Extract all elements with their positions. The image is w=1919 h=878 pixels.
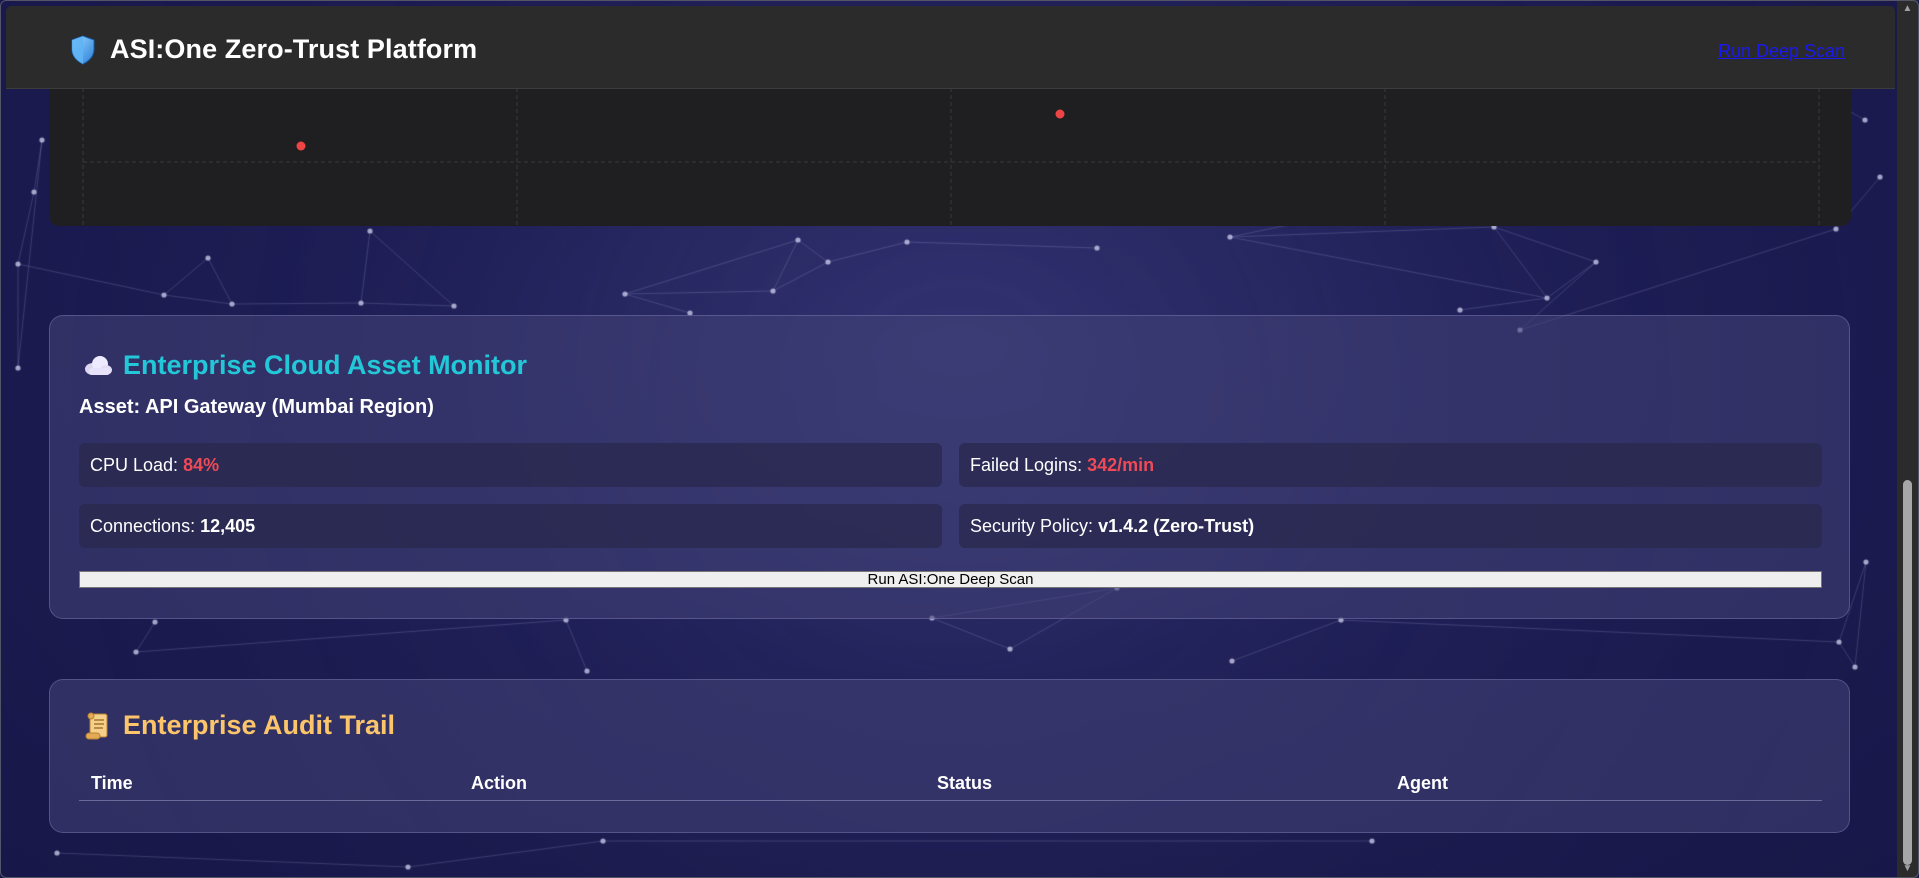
failed-logins-value: 342/min — [1087, 455, 1155, 475]
audit-trail-card: Enterprise Audit Trail Time Action Statu… — [49, 679, 1850, 833]
brand: ASI:One Zero-Trust Platform — [70, 34, 477, 65]
security-policy-label: Security Policy: — [970, 516, 1094, 536]
asset-monitor-card: Enterprise Cloud Asset Monitor Asset: AP… — [49, 315, 1850, 619]
security-policy-value: v1.4.2 (Zero-Trust) — [1098, 516, 1255, 536]
chart-point — [1055, 109, 1065, 119]
vertical-scrollbar[interactable]: ▲ ▼ — [1897, 0, 1918, 878]
security-policy-stat: Security Policy: v1.4.2 (Zero-Trust) — [959, 504, 1822, 548]
threat-chart-panel — [49, 88, 1851, 226]
cpu-load-label: CPU Load: — [90, 455, 179, 475]
run-deep-scan-button[interactable]: Run ASI:One Deep Scan — [79, 571, 1822, 588]
failed-logins-label: Failed Logins: — [970, 455, 1083, 475]
scroll-thumb[interactable] — [1903, 480, 1912, 865]
connections-stat: Connections: 12,405 — [79, 504, 942, 548]
chart-point — [296, 141, 306, 151]
monitor-card-header: Enterprise Cloud Asset Monitor — [83, 350, 527, 381]
column-header-time: Time — [79, 766, 459, 801]
monitor-card-title: Enterprise Cloud Asset Monitor — [123, 350, 528, 380]
shield-icon — [71, 34, 95, 65]
app-title: ASI:One Zero-Trust Platform — [110, 34, 478, 64]
column-header-action: Action — [459, 766, 925, 801]
cloud-icon — [85, 355, 112, 375]
connections-value: 12,405 — [200, 516, 256, 536]
top-navbar: ASI:One Zero-Trust Platform Run Deep Sca… — [6, 6, 1895, 89]
connections-label: Connections: — [90, 516, 196, 536]
scroll-down-arrow-icon[interactable]: ▼ — [1900, 862, 1915, 876]
scroll-icon — [85, 712, 108, 739]
asset-name: Asset: API Gateway (Mumbai Region) — [79, 396, 434, 418]
failed-logins-stat: Failed Logins: 342/min — [959, 443, 1822, 487]
audit-table: Time Action Status Agent — [79, 766, 1822, 801]
audit-card-header: Enterprise Audit Trail — [83, 710, 395, 741]
audit-table-header-row: Time Action Status Agent — [79, 766, 1822, 801]
column-header-status: Status — [925, 766, 1385, 801]
cpu-load-value: 84% — [183, 455, 220, 475]
threat-chart — [82, 88, 1820, 226]
run-deep-scan-link[interactable]: Run Deep Scan — [1718, 41, 1845, 62]
cpu-load-stat: CPU Load: 84% — [79, 443, 942, 487]
audit-card-title: Enterprise Audit Trail — [123, 710, 396, 740]
scroll-up-arrow-icon[interactable]: ▲ — [1900, 2, 1915, 16]
column-header-agent: Agent — [1385, 766, 1822, 801]
